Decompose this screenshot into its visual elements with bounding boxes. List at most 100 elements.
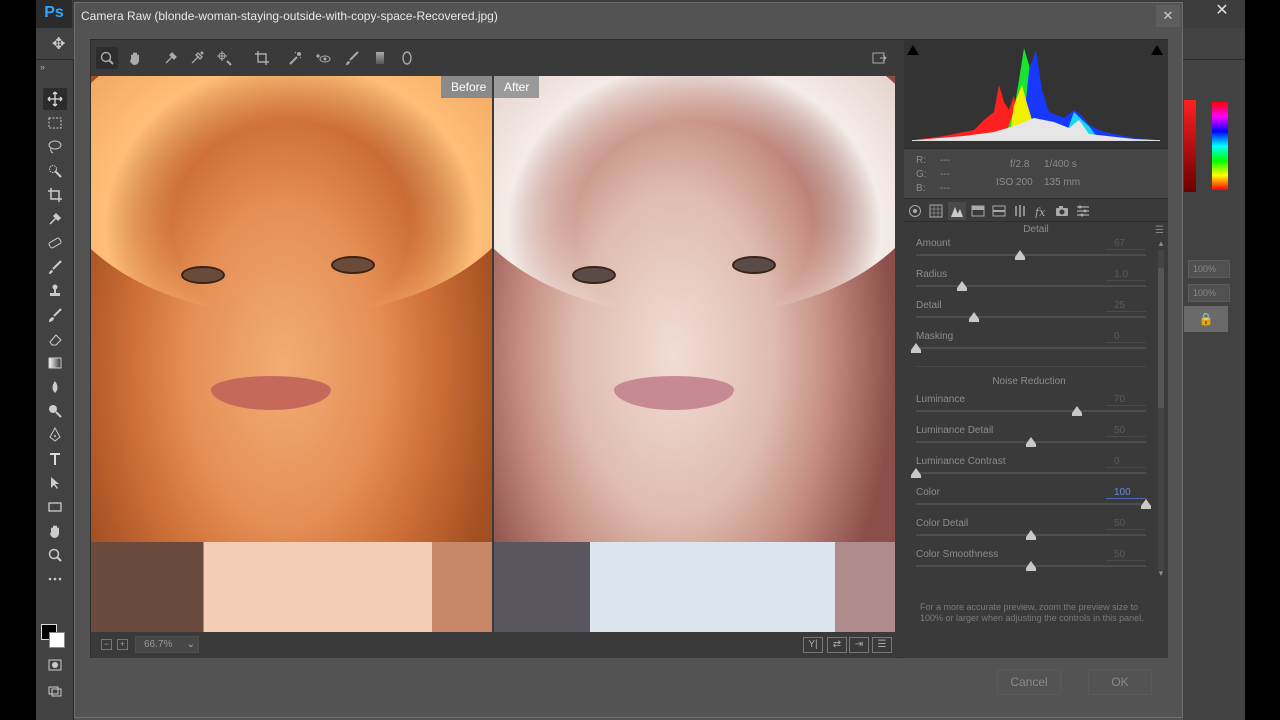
spot-removal-icon[interactable] [284, 47, 306, 69]
tab-effects-icon[interactable]: fx [1032, 202, 1050, 220]
color-slider-thumb[interactable] [1141, 499, 1151, 509]
color-slider-red[interactable] [1184, 100, 1196, 192]
panel-menu-icon[interactable]: ☰ [1155, 223, 1164, 239]
history-brush-tool-icon[interactable] [43, 304, 67, 326]
photoshop-close-button[interactable]: ✕ [1208, 0, 1236, 28]
color-value-field[interactable]: 100 [1106, 487, 1146, 499]
eyedropper-tool-icon[interactable] [43, 208, 67, 230]
amount-slider-track[interactable] [916, 254, 1146, 256]
preview-area[interactable]: Before After [91, 76, 897, 632]
screen-mode-icon[interactable] [43, 680, 67, 702]
color-slider-track[interactable] [916, 503, 1146, 505]
luminance-contrast-slider-thumb[interactable] [911, 468, 921, 478]
dodge-tool-icon[interactable] [43, 400, 67, 422]
scroll-up-icon[interactable]: ▴ [1155, 238, 1167, 249]
cancel-button[interactable]: Cancel [997, 669, 1061, 695]
zoom-out-button[interactable]: − [101, 639, 112, 650]
adjustment-brush-icon[interactable] [341, 47, 363, 69]
masking-slider-thumb[interactable] [911, 343, 921, 353]
path-selection-tool-icon[interactable] [43, 472, 67, 494]
luminance-contrast-slider-track[interactable] [916, 472, 1146, 474]
amount-slider-thumb[interactable] [1014, 250, 1025, 260]
eraser-tool-icon[interactable] [43, 328, 67, 350]
before-after-view-icon[interactable]: Y| [803, 637, 823, 653]
lasso-tool-icon[interactable] [43, 136, 67, 158]
zoom-in-button[interactable]: + [117, 639, 128, 650]
tab-detail-icon[interactable] [948, 202, 966, 220]
before-image[interactable]: Before [91, 76, 492, 632]
luminance-detail-slider-thumb[interactable] [1026, 437, 1036, 447]
masking-value-field[interactable]: 0 [1106, 331, 1146, 343]
b-value: --- [940, 183, 950, 194]
layer-lock-icon[interactable]: 🔒 [1184, 306, 1228, 332]
zoom-icon[interactable] [96, 47, 118, 69]
copy-settings-icon[interactable]: ⇥ [849, 637, 869, 653]
quick-selection-tool-icon[interactable] [43, 160, 67, 182]
tab-camera-calibration-icon[interactable] [1053, 202, 1071, 220]
zoom-tool-icon[interactable] [43, 544, 67, 566]
sweater-region [494, 542, 895, 632]
luminance-contrast-value-field[interactable]: 0 [1106, 456, 1146, 468]
opacity-field[interactable]: 100% [1188, 260, 1230, 278]
radius-slider-thumb[interactable] [957, 281, 967, 291]
fullscreen-toggle-icon[interactable] [868, 47, 890, 69]
color-smoothness-value-field[interactable]: 50 [1106, 549, 1146, 561]
scroll-down-icon[interactable]: ▾ [1155, 568, 1167, 579]
crop-tool-icon[interactable] [43, 184, 67, 206]
rectangle-tool-icon[interactable] [43, 496, 67, 518]
radius-slider-track[interactable] [916, 285, 1146, 287]
color-sampler-icon[interactable] [186, 47, 208, 69]
masking-slider-track[interactable] [916, 347, 1146, 349]
luminance-detail-value-field[interactable]: 50 [1106, 425, 1146, 437]
color-smoothness-slider-thumb[interactable] [1026, 561, 1036, 571]
toolbar-collapse-icon[interactable]: » [40, 62, 45, 72]
pen-tool-icon[interactable] [43, 424, 67, 446]
color-spectrum-bar[interactable] [1212, 102, 1228, 190]
type-tool-icon[interactable] [43, 448, 67, 470]
panel-scrollbar[interactable]: ▴ ▾ [1155, 238, 1167, 582]
preview-preferences-icon[interactable]: ☰ [872, 637, 892, 653]
amount-value-field[interactable]: 67 [1106, 238, 1146, 250]
luminance-value-field[interactable]: 70 [1106, 394, 1146, 406]
radial-filter-icon[interactable] [396, 47, 418, 69]
detail-value-field[interactable]: 25 [1106, 300, 1146, 312]
tab-presets-icon[interactable] [1074, 202, 1092, 220]
red-eye-icon[interactable] [312, 47, 334, 69]
move-tool-icon[interactable] [43, 88, 67, 110]
tab-basic-icon[interactable] [906, 202, 924, 220]
tab-split-toning-icon[interactable] [990, 202, 1008, 220]
after-image[interactable]: After [494, 76, 895, 632]
radius-value-field[interactable]: 1.0 [1106, 269, 1146, 281]
blur-tool-icon[interactable] [43, 376, 67, 398]
detail-slider-track[interactable] [916, 316, 1146, 318]
marquee-tool-icon[interactable] [43, 112, 67, 134]
luminance-slider-thumb[interactable] [1072, 406, 1082, 416]
white-balance-icon[interactable] [160, 47, 182, 69]
color-smoothness-label: Color Smoothness [916, 549, 999, 560]
healing-brush-tool-icon[interactable] [43, 232, 67, 254]
tab-tone-curve-icon[interactable] [927, 202, 945, 220]
brush-tool-icon[interactable] [43, 256, 67, 278]
tab-hsl-icon[interactable] [969, 202, 987, 220]
tab-lens-corrections-icon[interactable] [1011, 202, 1029, 220]
zoom-level-select[interactable]: 66.7% ⌄ [135, 636, 199, 653]
color-detail-value-field[interactable]: 50 [1106, 518, 1146, 530]
background-color-swatch[interactable] [49, 632, 65, 648]
hand-tool-icon[interactable] [43, 520, 67, 542]
more-tools-icon[interactable] [43, 568, 67, 590]
gradient-tool-icon[interactable] [43, 352, 67, 374]
luminance-slider-track[interactable] [916, 410, 1146, 412]
detail-slider-thumb[interactable] [968, 312, 979, 322]
clone-stamp-tool-icon[interactable] [43, 280, 67, 302]
graduated-filter-icon[interactable] [369, 47, 391, 69]
ok-button[interactable]: OK [1088, 669, 1152, 695]
scroll-thumb[interactable] [1158, 268, 1164, 408]
dialog-close-button[interactable]: ✕ [1156, 5, 1180, 27]
color-detail-slider-thumb[interactable] [1026, 530, 1036, 540]
fill-field[interactable]: 100% [1188, 284, 1230, 302]
crop-icon[interactable] [251, 47, 273, 69]
quick-mask-icon[interactable] [43, 654, 67, 676]
hand-icon[interactable] [124, 47, 146, 69]
targeted-adjustment-icon[interactable] [213, 47, 235, 69]
swap-before-after-icon[interactable]: ⇄ [827, 637, 847, 653]
